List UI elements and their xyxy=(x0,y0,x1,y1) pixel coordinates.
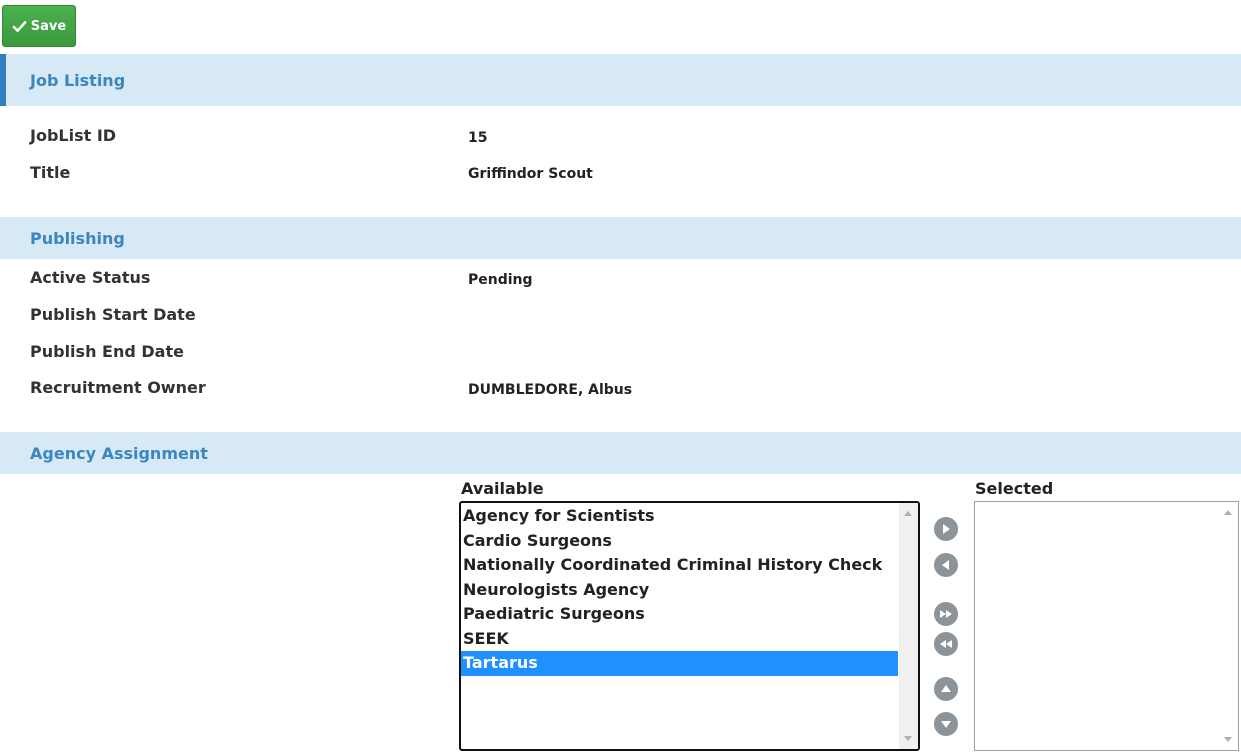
selected-scrollbar[interactable] xyxy=(1219,502,1238,750)
move-all-right-button[interactable] xyxy=(934,602,958,626)
triangle-up-icon xyxy=(941,685,951,692)
play-right-icon xyxy=(943,524,950,534)
list-item[interactable]: Cardio Surgeons xyxy=(461,529,898,554)
list-item[interactable]: Nationally Coordinated Criminal History … xyxy=(461,553,898,578)
field-value-title: Griffindor Scout xyxy=(468,166,593,182)
scroll-down-arrow-icon[interactable] xyxy=(1224,737,1232,742)
scroll-up-arrow-icon[interactable] xyxy=(904,511,912,516)
section-header-agency-assignment: Agency Assignment xyxy=(0,432,1241,474)
field-value-recruitment-owner: DUMBLEDORE, Albus xyxy=(468,382,633,398)
rewind-icon xyxy=(940,640,952,648)
available-listbox[interactable]: Agency for Scientists Cardio Surgeons Na… xyxy=(459,501,920,751)
list-item-highlighted[interactable]: Tartarus xyxy=(461,651,898,676)
field-value-active-status: Pending xyxy=(468,272,533,288)
scroll-up-arrow-icon[interactable] xyxy=(1224,510,1232,515)
list-item[interactable]: Agency for Scientists xyxy=(461,504,898,529)
list-item[interactable]: SEEK xyxy=(461,627,898,652)
move-right-button[interactable] xyxy=(934,517,958,541)
section-header-job-listing: Job Listing xyxy=(0,54,1241,106)
field-label-recruitment-owner: Recruitment Owner xyxy=(30,378,206,397)
field-label-publish-end-date: Publish End Date xyxy=(30,342,184,361)
section-header-publishing: Publishing xyxy=(0,217,1241,259)
checkmark-icon xyxy=(12,20,27,32)
move-up-button[interactable] xyxy=(934,677,958,701)
save-button[interactable]: Save xyxy=(2,5,76,47)
field-value-joblist-id: 15 xyxy=(468,130,488,146)
available-scrollbar[interactable] xyxy=(899,503,918,749)
move-down-button[interactable] xyxy=(934,712,958,736)
selected-listbox[interactable] xyxy=(974,501,1239,751)
play-left-icon xyxy=(942,560,949,570)
list-item[interactable]: Paediatric Surgeons xyxy=(461,602,898,627)
move-all-left-button[interactable] xyxy=(934,632,958,656)
field-label-publish-start-date: Publish Start Date xyxy=(30,305,196,324)
available-list-title: Available xyxy=(461,479,544,498)
triangle-down-icon xyxy=(941,721,951,728)
field-label-active-status: Active Status xyxy=(30,268,151,287)
save-button-label: Save xyxy=(30,18,67,34)
scroll-down-arrow-icon[interactable] xyxy=(904,736,912,741)
fast-forward-icon xyxy=(940,610,952,618)
field-label-joblist-id: JobList ID xyxy=(30,126,117,145)
list-item[interactable]: Neurologists Agency xyxy=(461,578,898,603)
move-left-button[interactable] xyxy=(934,553,958,577)
field-label-title: Title xyxy=(30,163,71,182)
selected-list-title: Selected xyxy=(975,479,1054,498)
